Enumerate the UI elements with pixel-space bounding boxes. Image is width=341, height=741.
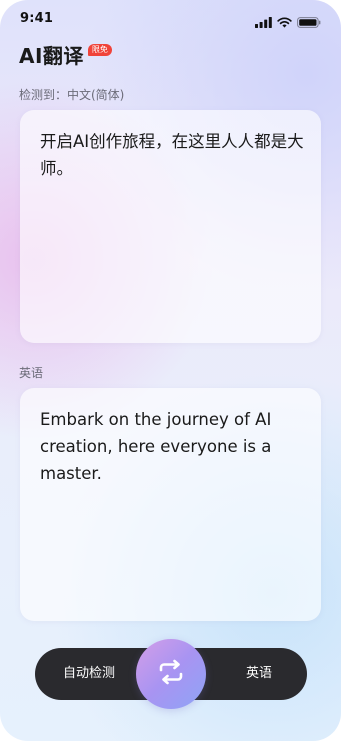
app-screen: 9:41 AI翻译 限免 检测到：中文(简体) 开启AI创作旅程，在这里人人都是… bbox=[0, 0, 341, 741]
detected-language-label: 检测到：中文(简体) bbox=[19, 88, 125, 102]
translation-text: Embark on the journey of AI creation, he… bbox=[40, 410, 272, 483]
signal-icon bbox=[255, 13, 272, 32]
target-language-button[interactable]: 英语 bbox=[219, 648, 299, 700]
status-bar: 9:41 bbox=[0, 0, 341, 38]
swap-languages-button[interactable] bbox=[136, 639, 206, 709]
status-icons bbox=[255, 13, 321, 32]
source-text-card[interactable]: 开启AI创作旅程，在这里人人都是大师。 bbox=[20, 110, 321, 343]
free-badge: 限免 bbox=[87, 43, 112, 56]
battery-icon bbox=[297, 13, 321, 32]
status-time: 9:41 bbox=[20, 11, 54, 26]
source-language-button[interactable]: 自动检测 bbox=[43, 648, 135, 700]
wifi-icon bbox=[277, 13, 292, 32]
app-header: AI翻译 限免 bbox=[19, 40, 112, 69]
translation-result-card: Embark on the journey of AI creation, he… bbox=[20, 388, 321, 621]
page-title: AI翻译 bbox=[19, 44, 84, 68]
swap-icon bbox=[156, 659, 186, 689]
source-text[interactable]: 开启AI创作旅程，在这里人人都是大师。 bbox=[40, 128, 308, 182]
target-language-label: 英语 bbox=[19, 366, 44, 380]
